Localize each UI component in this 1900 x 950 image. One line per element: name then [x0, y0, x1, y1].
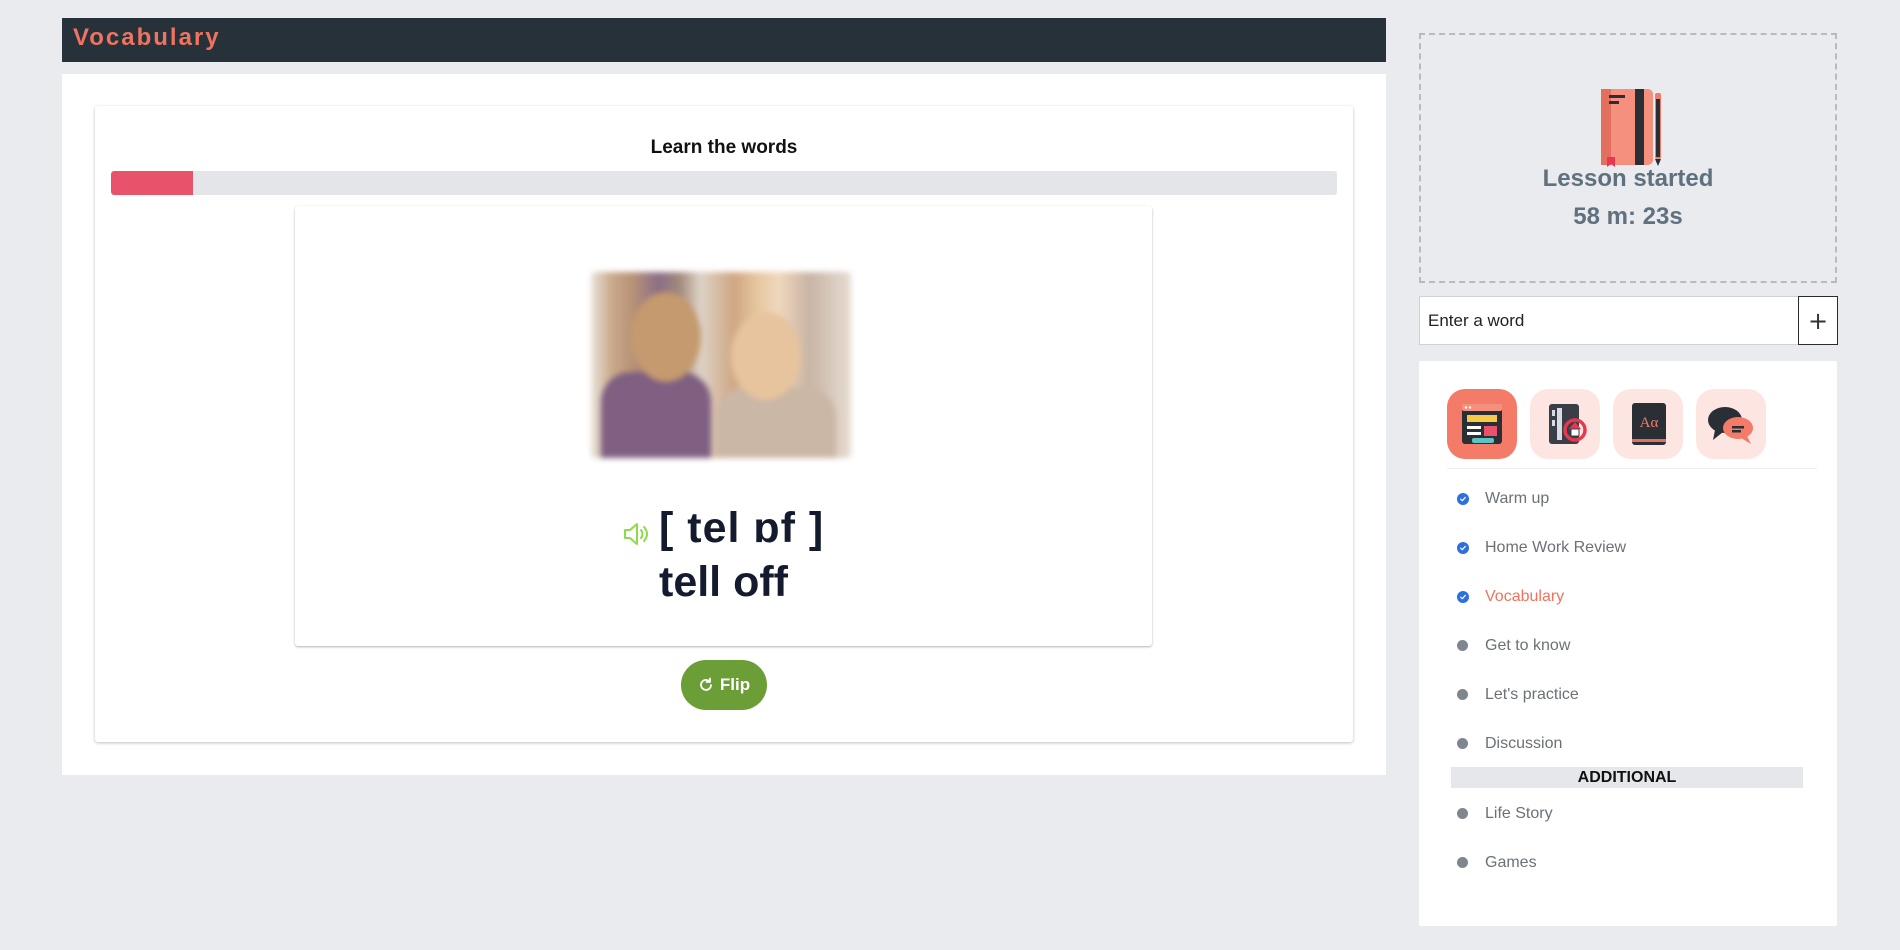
flip-button[interactable]: Flip	[681, 660, 767, 710]
section-header: Vocabulary	[62, 18, 1386, 62]
card-title: Learn the words	[650, 137, 798, 158]
bullet-icon	[1457, 640, 1468, 651]
lesson-step[interactable]: Vocabulary	[1451, 572, 1811, 621]
category-tabs: Aα	[1447, 389, 1817, 469]
section-title: Vocabulary	[73, 24, 221, 51]
flashcard[interactable]: [ tel ɒf ] tell off	[295, 206, 1152, 646]
lesson-navigation: Aα Warm up Home Work Review Vocabulary Get …	[1419, 361, 1837, 926]
lesson-step[interactable]: Let's practice	[1451, 670, 1811, 719]
lesson-step[interactable]: Games	[1451, 838, 1811, 887]
lesson-step-label: Life Story	[1485, 804, 1553, 822]
refresh-icon	[700, 677, 712, 691]
lesson-steps: Warm up Home Work Review Vocabulary Get to …	[1451, 474, 1811, 768]
lesson-step-label: Vocabulary	[1485, 587, 1565, 605]
main-panel: Learn the words [ tel ɒf ] tell off Flip	[62, 74, 1386, 775]
progress-bar	[111, 171, 1337, 195]
tab-dictionary[interactable]: Aα	[1613, 389, 1683, 459]
add-word-button[interactable]: +	[1798, 296, 1838, 345]
bullet-icon	[1457, 689, 1468, 700]
additional-steps: Life Story Games	[1451, 789, 1811, 887]
lesson-step[interactable]: Home Work Review	[1451, 523, 1811, 572]
word-input[interactable]	[1419, 296, 1799, 345]
homework-icon	[1549, 404, 1587, 444]
lesson-step[interactable]: Discussion	[1451, 719, 1811, 768]
speaker-icon[interactable]	[622, 522, 650, 546]
phonetic-transcription: [ tel ɒf ]	[659, 504, 825, 552]
bullet-icon	[1457, 808, 1468, 819]
check-circle-icon	[1457, 590, 1469, 603]
svg-text:Aα: Aα	[1640, 415, 1659, 431]
notebook-icon	[1601, 89, 1661, 167]
lesson-step[interactable]: Get to know	[1451, 621, 1811, 670]
flip-label: Flip	[719, 675, 751, 694]
vocabulary-word: tell off	[659, 558, 788, 606]
lesson-step-label: Get to know	[1485, 636, 1571, 654]
bullet-icon	[1457, 857, 1468, 868]
lesson-plan-icon	[1462, 404, 1502, 444]
tab-lesson-plan[interactable]	[1447, 389, 1517, 459]
vocabulary-card: Learn the words [ tel ɒf ] tell off Flip	[95, 106, 1353, 742]
discussion-icon	[1708, 407, 1753, 444]
timer-value: 58 m: 23s	[1573, 203, 1683, 230]
bullet-icon	[1457, 738, 1468, 749]
lesson-step[interactable]: Warm up	[1451, 474, 1811, 523]
timer-label: Lesson started	[1542, 165, 1714, 192]
lesson-step-label: Home Work Review	[1485, 538, 1627, 556]
lesson-step-label: Games	[1485, 853, 1537, 871]
dictionary-icon: Aα	[1632, 403, 1666, 445]
lesson-step[interactable]: Life Story	[1451, 789, 1811, 838]
lesson-timer: Lesson started 58 m: 23s	[1419, 33, 1837, 283]
tab-homework[interactable]	[1530, 389, 1600, 459]
lesson-step-label: Warm up	[1485, 489, 1550, 507]
check-circle-icon	[1457, 492, 1469, 505]
word-image	[591, 272, 851, 458]
progress-fill	[111, 171, 194, 195]
tab-discussion[interactable]	[1696, 389, 1766, 459]
lesson-step-label: Let's practice	[1485, 685, 1579, 703]
lesson-step-label: Discussion	[1485, 734, 1563, 752]
check-circle-icon	[1457, 541, 1469, 554]
additional-heading: ADDITIONAL	[1451, 767, 1803, 788]
